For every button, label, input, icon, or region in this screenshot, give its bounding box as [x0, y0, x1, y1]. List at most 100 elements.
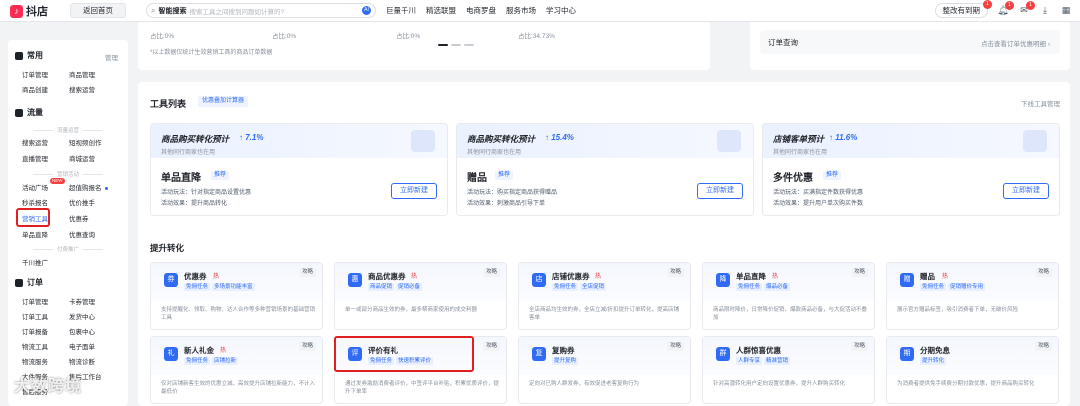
nav-service-market[interactable]: 服务市场 — [506, 5, 536, 16]
sidebar-item-logistics-tools[interactable]: 物流工具 — [22, 341, 48, 351]
section-order[interactable]: 订单 — [15, 277, 43, 288]
sidebar-item-short-video[interactable]: 短视频创作 — [69, 137, 102, 147]
sidebar-item-shipping-center[interactable]: 发货中心 — [69, 311, 95, 321]
rectification-button[interactable]: 整改有到期 1 — [934, 0, 992, 18]
card-tag: 推荐 — [495, 171, 514, 180]
section-common[interactable]: 常用 — [15, 50, 43, 61]
card-rate: ↑ 7.1% — [239, 133, 264, 142]
tool-card-gift[interactable]: 赠 赠品 热 免佣任务 促销赠价专用 攻略 展示官方赠品标签，吸引消费者下单，无破… — [886, 262, 1059, 330]
smart-search-box[interactable]: ⌕ 智能搜索 搜索工具之间搜到问题如计算的? AI — [146, 3, 376, 18]
newcomer-gift-icon: 礼 — [164, 347, 178, 361]
sidebar-item-live-manage[interactable]: 直播管理 — [22, 153, 48, 163]
create-multi-piece-button[interactable]: 立即新建 — [1003, 183, 1049, 199]
guide-button[interactable]: 攻略 — [1034, 342, 1052, 351]
hot-badge: 热 — [942, 274, 949, 280]
sidebar-item-order-manage[interactable]: 订单管理 — [22, 69, 48, 79]
sidebar-item-order-report[interactable]: 订单报备 — [22, 326, 48, 336]
discount-calculator-button[interactable]: 优惠叠加计算器 — [198, 96, 249, 107]
nav-qianchuan[interactable]: 巨量千川 — [386, 5, 416, 16]
sidebar-item-e-waybill[interactable]: 电子面单 — [69, 341, 95, 351]
tool-tag: 精准营销 — [764, 357, 791, 365]
card-illustration — [717, 130, 741, 152]
sidebar-item-order-tools[interactable]: 订单工具 — [22, 311, 48, 321]
sidebar-item-orders[interactable]: 订单管理 — [22, 296, 48, 306]
download-icon[interactable]: ⤓ — [1039, 5, 1051, 16]
section-traffic[interactable]: 流量 — [15, 107, 43, 118]
traffic-icon — [15, 108, 23, 117]
create-gift-button[interactable]: 立即新建 — [697, 183, 743, 199]
tool-name: 复购券 — [552, 346, 575, 355]
tool-card-installment[interactable]: 期 分期免息 提升转化 攻略 为消费者提供免手续费分期付款优惠，提升商品购买转化 — [886, 336, 1059, 404]
back-home-button[interactable]: 返回首页 — [70, 3, 126, 18]
section-common-title: 常用 — [27, 51, 43, 60]
tool-name: 分期免息 — [920, 346, 950, 355]
sidebar-item-logistics-diagnosis[interactable]: 物流诊断 — [69, 356, 95, 366]
sidebar-item-product-create[interactable]: 商品创建 — [22, 84, 48, 94]
guide-button[interactable]: 攻略 — [850, 342, 868, 351]
tool-card-coupon[interactable]: 券 优惠券 热 免佣任务 多场景功能丰富 攻略 支持提醒化、领取、购物、达人合作等… — [150, 262, 323, 330]
product-coupon-icon: 惠 — [348, 273, 362, 287]
hot-badge: 热 — [772, 274, 779, 280]
tool-card-price-drop[interactable]: 降 单品直降 热 免佣任务 爆品必备 攻略 商品限时降价，日常降价促销，爆款商品必… — [702, 262, 875, 330]
guide-button[interactable]: 攻略 — [666, 268, 684, 277]
sidebar-item-card-voucher[interactable]: 卡券管理 — [69, 296, 95, 306]
guide-button[interactable]: 攻略 — [482, 268, 500, 277]
tool-name: 赠品 — [920, 272, 935, 281]
sidebar-item-coupon[interactable]: 优惠券 — [69, 213, 89, 223]
sidebar-item-product-manage[interactable]: 商品管理 — [69, 69, 95, 79]
guide-button[interactable]: 攻略 — [666, 342, 684, 351]
card-play: 活动玩法：针对指定商品设置优惠 — [161, 190, 252, 196]
card-name: 单品直降 — [161, 173, 201, 184]
stat-share-4: 占比:34.73% — [518, 33, 555, 40]
tool-card-crowd-surprise[interactable]: 群 人群惊喜优惠 人群专享 精准营销 攻略 针对高潜转化用户定向设置优惠券，提升人… — [702, 336, 875, 404]
carousel-dots[interactable] — [438, 44, 474, 46]
tool-card-repurchase-coupon[interactable]: 复 复购券 提升复购 攻略 定向对已购人群发券，有效促进老客复购行为 — [518, 336, 691, 404]
guide-button[interactable]: 攻略 — [298, 268, 316, 277]
caption-traffic-ops: 流量运营 — [8, 126, 128, 134]
sidebar-item-package-center[interactable]: 包裹中心 — [69, 326, 95, 336]
order-query-card[interactable]: 订单查询 点击查看订单优惠明细 › — [760, 30, 1060, 54]
top-right-tools: 整改有到期 1 🔔︎ 1 ✉︎ 1 ⤓ ▦ — [934, 0, 1073, 18]
logo[interactable]: ♪ 抖店 — [10, 4, 48, 18]
sidebar-item-mall-ops[interactable]: 商城运营 — [69, 153, 95, 163]
guide-button[interactable]: 攻略 — [482, 342, 500, 351]
tool-card-product-coupon[interactable]: 惠 商品优惠券 热 商品促销 促销必备 攻略 单一或部分商品生效的券，最多帮商家使… — [334, 262, 507, 330]
card-name: 多件优惠 — [773, 173, 813, 184]
nav-compass[interactable]: 电商罗盘 — [466, 5, 496, 16]
card-illustration — [411, 130, 435, 152]
chat-icon[interactable]: ✉︎ 1 — [1018, 1, 1035, 16]
recommend-card-price-drop: 商品购买转化预计 ↑ 7.1% 其他同行商家也在用 单品直降 推荐 活动玩法：针… — [150, 123, 448, 216]
create-price-drop-button[interactable]: 立即新建 — [391, 183, 437, 199]
offline-tools-link[interactable]: 下线工具管理 — [1021, 98, 1060, 108]
sidebar-item-search-ops-2[interactable]: 搜索运营 — [22, 137, 48, 147]
card-sub: 其他同行商家也在用 — [467, 150, 522, 156]
guide-button[interactable]: 攻略 — [298, 342, 316, 351]
grid-icon[interactable]: ▦ — [1060, 5, 1072, 16]
sidebar-item-qianchuan[interactable]: 千川推广 — [22, 257, 48, 267]
nav-learning-center[interactable]: 学习中心 — [546, 5, 576, 16]
sidebar-item-seckill[interactable]: 秒杀报名 — [22, 197, 48, 207]
order-query-link[interactable]: 点击查看订单优惠明细 › — [981, 38, 1050, 48]
sidebar-item-discount-query[interactable]: 优惠查询 — [69, 229, 95, 239]
search-input[interactable]: 搜索工具之间搜到问题如计算的? — [189, 6, 359, 16]
tool-card-store-coupon[interactable]: 店 店铺优惠券 热 免佣任务 全店促销 攻略 全店商品均生效的券，全店立减/折扣提… — [518, 262, 691, 330]
stat-share-3: 占比:0% — [396, 33, 421, 40]
tool-tag: 提升转化 — [920, 357, 947, 365]
sidebar-item-price-drop[interactable]: 单品直降 — [22, 229, 48, 239]
order-query-title: 订单查询 — [768, 38, 798, 47]
tool-desc: 单一或部分商品生效的券，最多帮商家使用的成交利器 — [345, 307, 478, 313]
guide-button[interactable]: 攻略 — [1034, 268, 1052, 277]
sidebar-item-super-value[interactable]: 超值购报名 — [69, 182, 108, 192]
tool-name: 人群惊喜优惠 — [736, 346, 781, 355]
guide-button[interactable]: 攻略 — [850, 268, 868, 277]
ai-assistant-icon[interactable]: AI — [362, 6, 371, 15]
sidebar-item-search-ops[interactable]: 搜索运营 — [69, 84, 95, 94]
tool-card-newcomer-gift[interactable]: 礼 新人礼金 热 免佣任务 店铺拉新 攻略 仅对店铺新客生效的优惠立减，高效提升店… — [150, 336, 323, 404]
common-manage-link[interactable]: 管理 — [105, 52, 118, 62]
sidebar-item-logistics-service[interactable]: 物流服务 — [22, 356, 48, 366]
nav-alliance[interactable]: 精选联盟 — [426, 5, 456, 16]
sidebar-item-price-pusher[interactable]: 优价推手 — [69, 197, 95, 207]
sidebar-item-activity-square[interactable]: 活动广场 — [22, 182, 48, 192]
rectification-label: 整改有到期 — [942, 6, 981, 15]
bell-icon[interactable]: 🔔︎ 1 — [997, 1, 1014, 16]
